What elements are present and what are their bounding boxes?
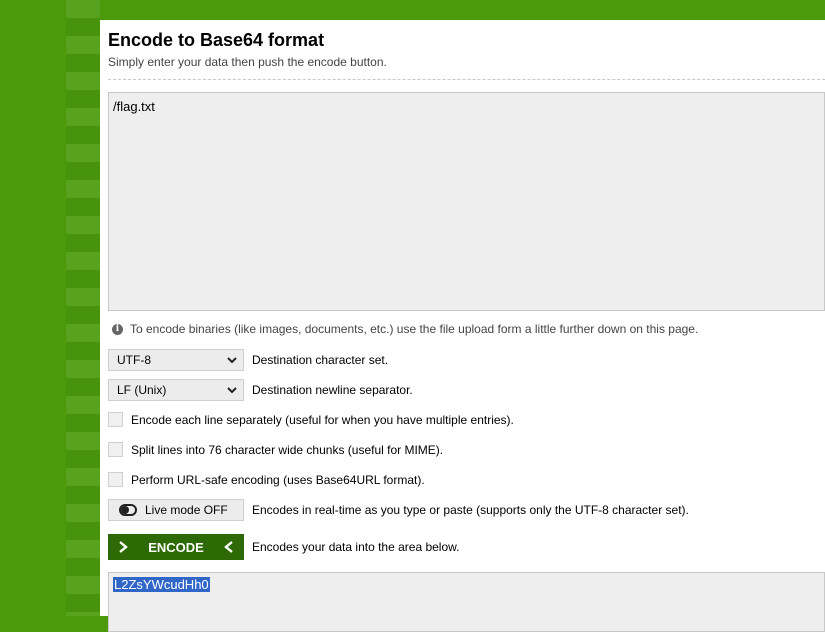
- split-lines-row: Split lines into 76 character wide chunk…: [108, 442, 443, 457]
- url-safe-row: Perform URL-safe encoding (uses Base64UR…: [108, 472, 425, 487]
- info-text: To encode binaries (like images, documen…: [130, 322, 699, 336]
- split-lines-checkbox[interactable]: [108, 442, 123, 457]
- url-safe-checkbox[interactable]: [108, 472, 123, 487]
- each-line-checkbox[interactable]: [108, 412, 123, 427]
- chevron-down-icon: [227, 387, 237, 394]
- newline-selected: LF (Unix): [117, 383, 167, 397]
- chevron-right-icon: [119, 541, 128, 553]
- divider: [108, 79, 825, 80]
- info-note: i To encode binaries (like images, docum…: [112, 322, 698, 336]
- background-pattern: [66, 0, 100, 616]
- info-icon: i: [112, 323, 123, 335]
- each-line-row: Encode each line separately (useful for …: [108, 412, 514, 427]
- charset-selected: UTF-8: [117, 353, 151, 367]
- encode-label: Encodes your data into the area below.: [252, 540, 460, 554]
- page-title: Encode to Base64 format: [108, 30, 325, 50]
- url-safe-label: Perform URL-safe encoding (uses Base64UR…: [131, 472, 425, 487]
- encode-button[interactable]: ENCODE: [108, 534, 244, 560]
- chevron-left-icon: [224, 541, 233, 553]
- encode-button-label: ENCODE: [148, 539, 204, 555]
- charset-row: UTF-8 Destination character set.: [108, 349, 388, 371]
- chevron-down-icon: [227, 357, 237, 364]
- main-panel: Encode to Base64 format Simply enter you…: [100, 20, 825, 632]
- split-lines-label: Split lines into 76 character wide chunk…: [131, 442, 444, 457]
- encode-row: ENCODE Encodes your data into the area b…: [108, 534, 459, 560]
- charset-select[interactable]: UTF-8: [108, 349, 244, 371]
- live-mode-label: Encodes in real-time as you type or past…: [252, 503, 689, 517]
- newline-label: Destination newline separator.: [252, 383, 413, 397]
- newline-select[interactable]: LF (Unix): [108, 379, 244, 401]
- charset-label: Destination character set.: [252, 353, 389, 367]
- newline-row: LF (Unix) Destination newline separator.: [108, 379, 413, 401]
- live-mode-button[interactable]: Live mode OFF: [108, 499, 244, 521]
- background-left: [0, 0, 100, 616]
- output-textarea[interactable]: L2ZsYWcudHh0: [108, 572, 825, 632]
- each-line-label: Encode each line separately (useful for …: [131, 412, 514, 427]
- live-mode-row: Live mode OFF Encodes in real-time as yo…: [108, 499, 689, 521]
- background-top: [100, 0, 825, 20]
- input-textarea[interactable]: /flag.txt: [108, 92, 825, 311]
- output-value: L2ZsYWcudHh0: [113, 577, 210, 592]
- toggle-icon: [119, 504, 137, 516]
- live-mode-button-label: Live mode OFF: [145, 503, 228, 517]
- page-subtitle: Simply enter your data then push the enc…: [108, 55, 387, 69]
